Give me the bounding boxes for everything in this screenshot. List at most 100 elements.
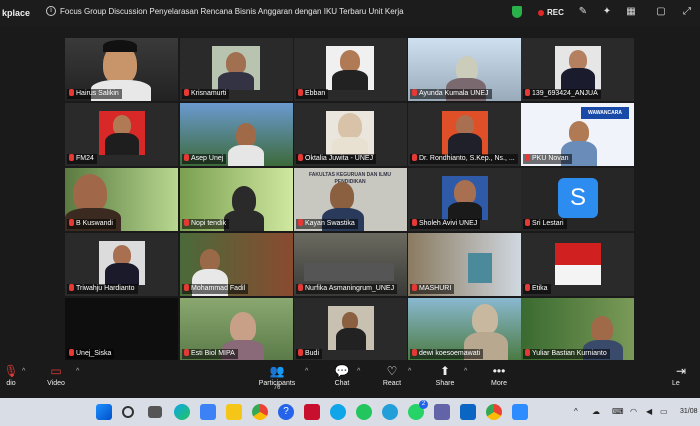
participant-name: Kayan Swastika: [296, 219, 358, 229]
participant-name: Yuliar Bastian Kurnianto: [523, 349, 610, 359]
cloud-icon[interactable]: [330, 404, 346, 420]
participant-tile[interactable]: dewi koesoemawati: [408, 298, 521, 361]
taskbar-date[interactable]: 31/08: [680, 408, 698, 415]
participant-tile[interactable]: Oktalia Juwita - UNEJ: [294, 103, 407, 166]
recording-label[interactable]: REC: [547, 8, 564, 17]
participant-tile[interactable]: Mohammad Fadil: [180, 233, 293, 296]
participant-name: Nopi tendik: [182, 219, 230, 229]
participant-name: Unej_Siska: [67, 349, 115, 359]
tray-chevron-icon[interactable]: ^: [574, 407, 578, 416]
mic-muted-icon: [412, 284, 417, 291]
more-button[interactable]: ••• More: [474, 364, 524, 387]
participant-tile[interactable]: Ebban: [294, 38, 407, 101]
leave-button[interactable]: ⇥ Le: [672, 364, 700, 387]
participant-tile[interactable]: Krisnamurti: [180, 38, 293, 101]
mcafee-icon[interactable]: [304, 404, 320, 420]
participant-tile[interactable]: Hairus Salikin: [65, 38, 178, 101]
zoom-icon[interactable]: [512, 404, 528, 420]
participant-tile[interactable]: Ayunda Kumala UNEJ: [408, 38, 521, 101]
share-screen-icon: ⬆: [439, 364, 451, 378]
participant-tile[interactable]: WAWANCARA PKU Novan: [521, 103, 634, 166]
green-app-icon[interactable]: [356, 404, 372, 420]
task-view-icon[interactable]: [148, 406, 162, 418]
chat-icon: 💬: [334, 364, 350, 378]
participant-name: Esti Biol MIPA: [182, 349, 238, 359]
participant-tile[interactable]: S Sri Lestari: [521, 168, 634, 231]
participant-name: B Kuswandi: [67, 219, 116, 229]
participant-tile[interactable]: MASHURI: [408, 233, 521, 296]
windows-start-icon[interactable]: [96, 404, 112, 420]
mic-muted-icon: [184, 89, 189, 96]
participant-tile[interactable]: Budi: [294, 298, 407, 361]
minimize-icon[interactable]: ▢: [655, 6, 667, 18]
video-off-icon: ▭: [50, 364, 62, 378]
ai-companion-icon[interactable]: ✎: [577, 6, 589, 18]
store-icon[interactable]: [200, 404, 216, 420]
audio-options-caret[interactable]: ^: [22, 368, 25, 375]
video-options-caret[interactable]: ^: [76, 368, 79, 375]
app-name: kplace: [2, 8, 31, 18]
fullscreen-icon[interactable]: ⤢: [681, 6, 693, 18]
mic-muted-icon: [298, 349, 303, 356]
participants-button[interactable]: 👥76 Participants: [252, 364, 302, 391]
meeting-title: Focus Group Discussion Penyelarasan Renc…: [60, 7, 404, 16]
participant-name: 139_693424_ANJUA: [523, 89, 601, 99]
chrome-profile-icon[interactable]: [486, 404, 502, 420]
video-button[interactable]: ▭ Video: [31, 364, 81, 387]
battery-icon[interactable]: ▭: [660, 407, 668, 416]
react-options-caret[interactable]: ^: [408, 368, 411, 375]
mic-muted-icon: 🎙: [3, 364, 19, 378]
mic-muted-icon: [525, 219, 530, 226]
edge-browser-icon[interactable]: [174, 404, 190, 420]
telegram-icon[interactable]: [382, 404, 398, 420]
video-gallery: Hairus Salikin Krisnamurti Ebban Ayunda …: [0, 26, 700, 361]
teams-icon[interactable]: [434, 404, 450, 420]
magic-sparkle-icon[interactable]: ✦: [601, 6, 613, 18]
language-icon[interactable]: ⌨: [612, 407, 624, 416]
participant-tile[interactable]: Etika: [521, 233, 634, 296]
chrome-icon[interactable]: [252, 404, 268, 420]
search-icon[interactable]: [122, 406, 134, 418]
participant-tile[interactable]: FAKULTAS KEGURUAN DAN ILMU PENDIDIKAN Ka…: [294, 168, 407, 231]
participant-name: Etika: [523, 284, 551, 294]
mic-muted-icon: [184, 219, 189, 226]
tray-app-icon[interactable]: ☁: [592, 407, 600, 416]
apps-grid-icon[interactable]: ▦: [625, 6, 637, 18]
help-icon[interactable]: ?: [278, 404, 294, 420]
volume-icon[interactable]: ◀: [646, 407, 652, 416]
mic-muted-icon: [525, 349, 530, 356]
participant-name: Ebban: [296, 89, 329, 99]
security-shield-icon[interactable]: [512, 6, 522, 18]
mic-muted-icon: [412, 154, 417, 161]
info-icon[interactable]: i: [46, 6, 56, 16]
participant-tile[interactable]: Yuliar Bastian Kurnianto: [521, 298, 634, 361]
participant-name: Sri Lestari: [523, 219, 567, 229]
participant-tile[interactable]: Dr. Rondhianto, S.Kep., Ns., ...: [408, 103, 521, 166]
whatsapp-icon[interactable]: 2: [408, 400, 428, 420]
participant-tile[interactable]: Unej_Siska: [65, 298, 178, 361]
participant-name: Krisnamurti: [182, 89, 230, 99]
participant-tile[interactable]: Nurfika Asmaningrum_UNEJ: [294, 233, 407, 296]
participant-tile[interactable]: Nopi tendik: [180, 168, 293, 231]
participant-tile[interactable]: Sholeh Avivi UNEJ: [408, 168, 521, 231]
wifi-icon[interactable]: ◠: [630, 407, 637, 416]
participant-tile[interactable]: 139_693424_ANJUA: [521, 38, 634, 101]
mic-muted-icon: [525, 284, 530, 291]
participants-icon: 👥76: [269, 364, 285, 391]
participant-tile[interactable]: Esti Biol MIPA: [180, 298, 293, 361]
participant-tile[interactable]: Triwahju Hardianto: [65, 233, 178, 296]
participants-options-caret[interactable]: ^: [305, 368, 308, 375]
file-explorer-icon[interactable]: [226, 404, 242, 420]
participant-name: Oktalia Juwita - UNEJ: [296, 154, 377, 164]
chat-options-caret[interactable]: ^: [357, 368, 360, 375]
share-options-caret[interactable]: ^: [464, 368, 467, 375]
mic-muted-icon: [69, 89, 74, 96]
participant-name: Nurfika Asmaningrum_UNEJ: [296, 284, 398, 294]
participant-tile[interactable]: FM24: [65, 103, 178, 166]
outlook-icon[interactable]: [460, 404, 476, 420]
participant-tile[interactable]: Asep Unej: [180, 103, 293, 166]
participant-name: Triwahju Hardianto: [67, 284, 138, 294]
mic-muted-icon: [298, 154, 303, 161]
share-button[interactable]: ⬆ Share: [420, 364, 470, 387]
participant-tile-active-speaker[interactable]: B Kuswandi: [65, 168, 178, 231]
